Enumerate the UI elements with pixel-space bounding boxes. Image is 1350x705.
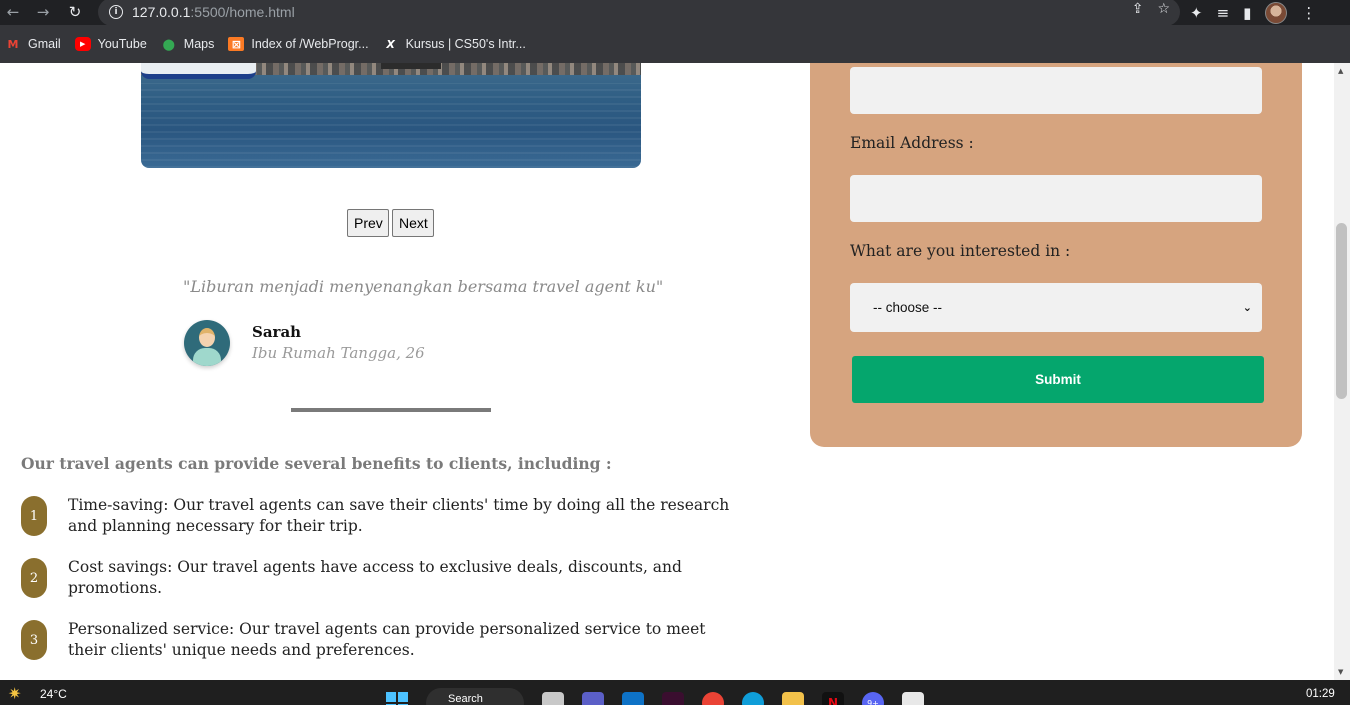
media-queue-icon[interactable]: ≡ [1217, 4, 1230, 22]
search-label: Search [448, 693, 483, 705]
page-viewport: Prev Next "Liburan menjadi menyenangkan … [0, 63, 1334, 680]
notepad-icon[interactable] [902, 692, 924, 705]
page-scrollbar[interactable]: ▲ ▼ [1334, 63, 1350, 680]
extensions-puzzle-icon[interactable]: ✦ [1190, 4, 1203, 22]
email-field[interactable] [850, 175, 1262, 222]
avatar-head [199, 328, 215, 347]
bookmark-label: Maps [183, 37, 215, 51]
maps-icon: ⬤ [162, 37, 175, 51]
bookmark-label: Index of /WebProgr... [251, 37, 369, 51]
bookmark-youtube[interactable]: ▶ YouTube [74, 37, 147, 51]
prev-button[interactable]: Prev [347, 209, 389, 237]
bookmarks-bar: M Gmail ▶ YouTube ⬤ Maps ⊠ Index of /WebProg… [0, 25, 1350, 63]
benefit-text: Personalized service: Our travel agents … [68, 620, 706, 659]
image-boat-small [381, 63, 441, 69]
email-label: Email Address : [850, 134, 974, 152]
vscode-icon[interactable] [622, 692, 644, 705]
benefit-text: Cost savings: Our travel agents have acc… [68, 558, 682, 597]
url-path: :5500/home.html [190, 4, 295, 20]
chevron-down-icon: ⌄ [1242, 301, 1252, 314]
scrollbar-thumb[interactable] [1336, 223, 1347, 399]
next-button[interactable]: Next [392, 209, 434, 237]
url-text: 127.0.0.1:5500/home.html [132, 4, 295, 20]
x-icon: X [386, 37, 395, 51]
interest-select[interactable]: -- choose -- ⌄ [850, 283, 1262, 332]
select-value: -- choose -- [873, 300, 943, 315]
app-icon[interactable] [662, 692, 684, 705]
side-panel-icon[interactable]: ▮ [1243, 4, 1251, 22]
benefit-item: 3 Personalized service: Our travel agent… [21, 619, 748, 661]
weather-sun-icon: ✷ [8, 684, 22, 703]
benefits-title: Our travel agents can provide several be… [21, 454, 612, 473]
contact-form: Email Address : What are you interested … [810, 63, 1302, 447]
interest-label: What are you interested in : [850, 242, 1071, 260]
weather-widget[interactable]: ✷ 24°C [8, 684, 67, 704]
testimonial-avatar [184, 320, 230, 366]
taskbar-search[interactable]: Search [426, 688, 524, 705]
bookmark-maps[interactable]: ⬤ Maps [161, 37, 215, 51]
testimonial-role: Ibu Rumah Tangga, 26 [252, 344, 425, 362]
netflix-icon[interactable]: N [822, 692, 844, 705]
benefit-number-badge: 1 [21, 496, 47, 536]
menu-kebab-icon[interactable]: ⋮ [1301, 4, 1316, 22]
share-icon[interactable]: ⇪ [1132, 1, 1144, 17]
benefit-item: 1 Time-saving: Our travel agents can sav… [21, 495, 748, 537]
windows-start-icon[interactable] [386, 692, 408, 705]
temperature-text: 24°C [40, 687, 67, 701]
bookmark-cs50[interactable]: X Kursus | CS50's Intr... [383, 37, 526, 51]
bookmark-gmail[interactable]: M Gmail [5, 37, 61, 51]
section-divider [291, 408, 491, 412]
edge-icon[interactable] [742, 692, 764, 705]
file-explorer-icon[interactable] [782, 692, 804, 705]
testimonial-name: Sarah [252, 323, 302, 341]
browser-toolbar: ← → ↻ i 127.0.0.1:5500/home.html ⇪ ☆ ✦ ≡… [0, 0, 1350, 26]
url-host: 127.0.0.1 [132, 4, 191, 20]
scroll-up-icon[interactable]: ▲ [1338, 67, 1343, 75]
image-boat [141, 63, 256, 79]
scroll-down-icon[interactable]: ▼ [1338, 668, 1343, 676]
image-water [141, 83, 641, 168]
discord-icon[interactable]: 9+ [862, 692, 884, 705]
avatar-body [193, 348, 221, 366]
benefit-item: 2 Cost savings: Our travel agents have a… [21, 557, 748, 599]
benefit-number-badge: 3 [21, 620, 47, 660]
youtube-icon: ▶ [74, 37, 91, 51]
bookmark-label: YouTube [97, 37, 147, 51]
address-bar[interactable]: i 127.0.0.1:5500/home.html ⇪ ☆ [98, 0, 1180, 26]
benefit-text: Time-saving: Our travel agents can save … [68, 496, 730, 535]
bookmark-xampp[interactable]: ⊠ Index of /WebProgr... [228, 37, 369, 51]
chrome-icon[interactable] [702, 692, 724, 705]
windows-taskbar: ✷ 24°C Search N 9+ 01:29 [0, 680, 1350, 705]
info-icon[interactable]: i [109, 5, 123, 19]
benefit-number-badge: 2 [21, 558, 47, 598]
bookmark-label: Kursus | CS50's Intr... [405, 37, 526, 51]
clock-time[interactable]: 01:29 [1306, 688, 1335, 700]
xampp-icon: ⊠ [228, 37, 245, 51]
back-arrow-icon[interactable]: ← [2, 1, 24, 23]
forward-arrow-icon[interactable]: → [32, 1, 54, 23]
file-app-icon[interactable] [542, 692, 564, 705]
bookmark-label: Gmail [28, 37, 61, 51]
gmail-icon: M [7, 37, 19, 51]
bookmark-star-icon[interactable]: ☆ [1157, 1, 1170, 17]
testimonial-quote: "Liburan menjadi menyenangkan bersama tr… [183, 277, 664, 296]
notification-badge: 9+ [867, 698, 879, 705]
name-field[interactable] [850, 67, 1262, 114]
teams-icon[interactable] [582, 692, 604, 705]
submit-button[interactable]: Submit [852, 356, 1264, 403]
reload-icon[interactable]: ↻ [64, 1, 86, 23]
profile-avatar[interactable] [1265, 2, 1288, 24]
slider-image [141, 63, 641, 168]
